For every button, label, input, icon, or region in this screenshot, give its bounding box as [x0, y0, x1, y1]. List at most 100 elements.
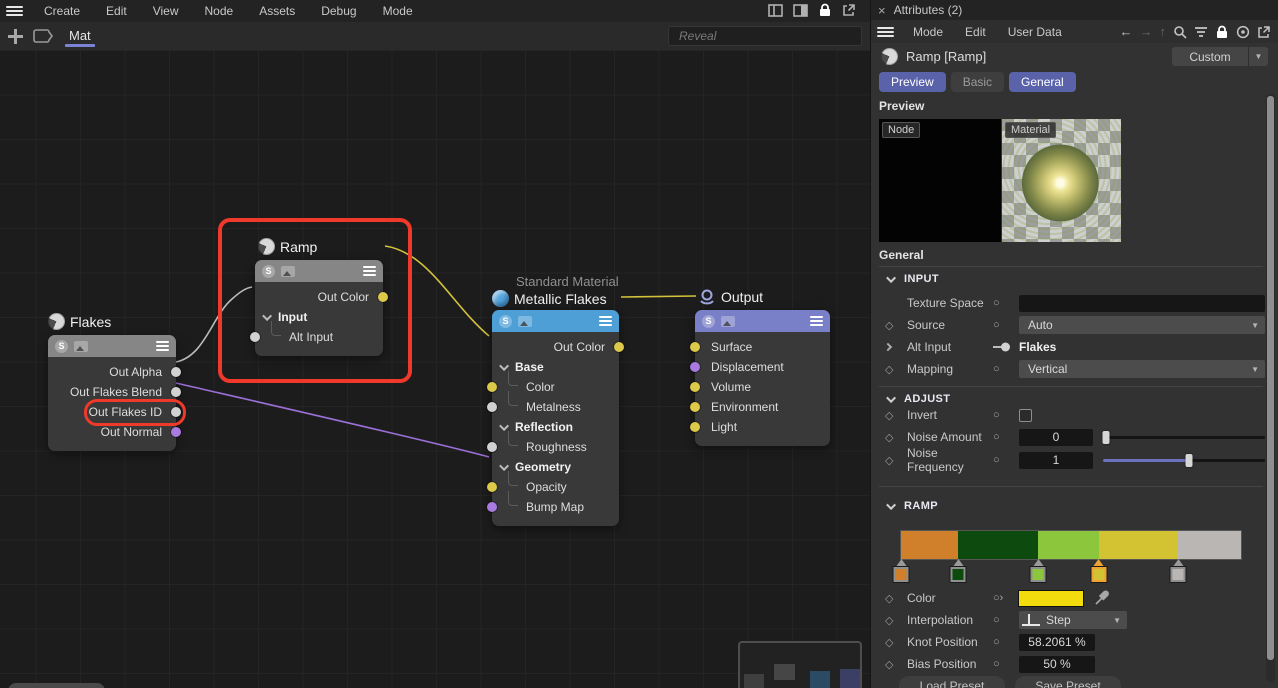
solo-icon[interactable]: S [55, 340, 68, 353]
bias-position-field[interactable]: 50 % [1019, 656, 1095, 673]
wire-rampcolor-to-color[interactable] [385, 246, 489, 336]
diamond-icon[interactable]: ◇ [885, 658, 907, 671]
port-dot-purple[interactable] [690, 362, 700, 372]
node-row-light[interactable]: Light [695, 417, 830, 437]
alt-input-link[interactable]: Flakes [1019, 340, 1056, 354]
node-header[interactable]: S [492, 310, 619, 332]
save-preset-button[interactable]: Save Preset [1015, 676, 1121, 688]
hamburger-menu-icon[interactable] [877, 27, 894, 37]
tag-icon[interactable] [33, 28, 55, 44]
ramp-knot[interactable] [894, 559, 909, 582]
port-dot-gray[interactable] [487, 402, 497, 412]
port-dot-gray[interactable] [171, 367, 181, 377]
node-output[interactable]: SSurfaceDisplacementVolumeEnvironmentLig… [695, 310, 830, 446]
adjust-group-header[interactable]: ADJUST [889, 393, 950, 405]
node-graph-canvas[interactable]: Flakes SOut AlphaOut Flakes BlendOut Fla… [0, 50, 870, 688]
menu-item-view[interactable]: View [140, 4, 192, 18]
node-row-out-alpha[interactable]: Out Alpha [48, 362, 176, 382]
expander-chevron-icon[interactable] [885, 341, 907, 353]
split-panel-right-icon[interactable] [793, 4, 808, 17]
preview-image-icon[interactable] [518, 316, 532, 327]
port-circle-icon[interactable]: ○ [993, 363, 1019, 375]
ramp-knot[interactable] [1171, 559, 1186, 582]
port-dot-gray[interactable] [171, 387, 181, 397]
up-arrow-icon[interactable]: ↑ [1160, 24, 1167, 39]
port-dot-gray[interactable] [171, 407, 181, 417]
port-dot-gray[interactable] [250, 332, 260, 342]
wire-normal-to-bumpmap[interactable] [176, 383, 489, 457]
hamburger-menu-icon[interactable] [6, 6, 23, 16]
diamond-icon[interactable]: ◇ [885, 636, 907, 649]
color-swatch[interactable] [1019, 591, 1083, 606]
node-row-displacement[interactable]: Displacement [695, 357, 830, 377]
port-dot-yellow[interactable] [690, 422, 700, 432]
diamond-icon[interactable]: ◇ [885, 614, 907, 627]
ramp-segment[interactable] [1178, 531, 1241, 559]
filter-icon[interactable] [1194, 26, 1208, 38]
port-dot-gray[interactable] [487, 442, 497, 452]
lock-icon[interactable] [1215, 25, 1229, 39]
port-dot-yellow[interactable] [614, 342, 624, 352]
node-menu-icon[interactable] [810, 316, 823, 326]
node-row-surface[interactable]: Surface [695, 337, 830, 357]
port-circle-icon[interactable]: ○› [993, 592, 1019, 604]
noise-frequency-slider[interactable] [1103, 459, 1265, 462]
node-header[interactable]: S [48, 335, 176, 357]
port-circle-icon[interactable]: ○ [993, 409, 1019, 421]
back-arrow-icon[interactable]: ← [1120, 24, 1133, 39]
node-row-alt-input[interactable]: Alt Input [255, 327, 383, 347]
source-dropdown[interactable]: Auto ▼ [1019, 316, 1265, 334]
node-header[interactable]: S [255, 260, 383, 282]
node-metallic-flakes[interactable]: SOut ColorBaseColorMetalnessReflectionRo… [492, 310, 619, 526]
diamond-icon[interactable]: ◇ [885, 454, 907, 467]
node-row-out-normal[interactable]: Out Normal [48, 422, 176, 442]
eyedropper-icon[interactable] [1093, 589, 1111, 607]
node-ramp[interactable]: SOut ColorInputAlt Input [255, 260, 383, 356]
node-menu-icon[interactable] [363, 266, 376, 276]
port-circle-icon[interactable]: ○ [993, 297, 1019, 309]
tab-basic[interactable]: Basic [951, 72, 1004, 92]
noise-amount-field[interactable]: 0 [1019, 429, 1093, 446]
node-preview-thumbnail[interactable]: Node [879, 119, 1001, 242]
port-circle-icon[interactable]: ○ [993, 614, 1019, 626]
tab-mat[interactable]: Mat [67, 24, 93, 49]
attr-menu-item-user-data[interactable]: User Data [997, 25, 1073, 39]
add-node-icon[interactable] [8, 29, 23, 44]
menu-item-debug[interactable]: Debug [308, 4, 369, 18]
ramp-segment[interactable] [1038, 531, 1099, 559]
forward-arrow-icon[interactable]: → [1140, 24, 1153, 39]
port-dot-yellow[interactable] [487, 482, 497, 492]
target-icon[interactable] [1236, 25, 1250, 39]
node-menu-icon[interactable] [156, 341, 169, 351]
solo-icon[interactable]: S [262, 265, 275, 278]
connected-port-icon[interactable] [993, 342, 1019, 352]
wire-flakesid-to-altinput[interactable] [176, 287, 252, 362]
minimap[interactable] [738, 641, 862, 688]
diamond-icon[interactable]: ◇ [885, 363, 907, 376]
port-dot-purple[interactable] [171, 427, 181, 437]
preview-image-icon[interactable] [281, 266, 295, 277]
node-row-bump-map[interactable]: Bump Map [492, 497, 619, 517]
node-row-out-flakes-blend[interactable]: Out Flakes Blend [48, 382, 176, 402]
ramp-knot[interactable] [951, 559, 966, 582]
wire-outcolor-to-surface[interactable] [621, 296, 696, 297]
tab-general[interactable]: General [1009, 72, 1076, 92]
port-circle-icon[interactable]: ○ [993, 636, 1019, 648]
preview-image-icon[interactable] [721, 316, 735, 327]
node-row-metalness[interactable]: Metalness [492, 397, 619, 417]
reveal-search-input[interactable]: Reveal [668, 26, 862, 46]
mapping-dropdown[interactable]: Vertical ▼ [1019, 360, 1265, 378]
breadcrumb-none-chip[interactable]: None [8, 683, 105, 688]
interpolation-dropdown[interactable]: Step ▼ [1019, 611, 1127, 629]
solo-icon[interactable]: S [499, 315, 512, 328]
node-row-out-color[interactable]: Out Color [492, 337, 619, 357]
port-circle-icon[interactable]: ○ [993, 658, 1019, 670]
ramp-knot-selected[interactable] [1091, 559, 1106, 582]
node-flakes[interactable]: S Out AlphaOut Flakes BlendOut Flakes IDO… [48, 335, 176, 451]
popout-icon[interactable] [842, 3, 856, 17]
node-row-out-flakes-id[interactable]: Out Flakes ID [48, 402, 176, 422]
port-dot-yellow[interactable] [378, 292, 388, 302]
preview-image-icon[interactable] [74, 341, 88, 352]
port-dot-yellow[interactable] [690, 402, 700, 412]
search-icon[interactable] [1173, 25, 1187, 39]
